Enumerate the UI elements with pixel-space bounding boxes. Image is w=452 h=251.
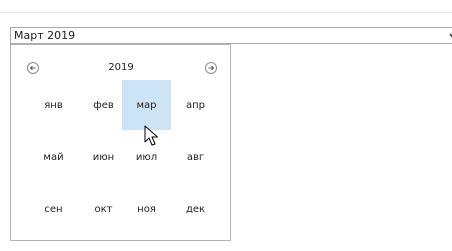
month-cell-8[interactable]: авг [171, 132, 220, 182]
month-picker-popup: 2019 янв фев мар апр май июн июл авг сен окт ноя де… [10, 44, 231, 241]
circle-arrow-left-icon[interactable] [27, 62, 39, 74]
arrow-right-glyph [208, 65, 215, 71]
month-cell-9[interactable]: сен [29, 184, 78, 234]
arrow-left-glyph [29, 65, 36, 71]
month-cell-1[interactable]: янв [29, 80, 78, 130]
chevron-down-icon[interactable] [447, 28, 452, 43]
month-cell-12[interactable]: дек [171, 184, 220, 234]
mouse-pointer-icon [144, 125, 158, 146]
month-cell-3[interactable]: мар [122, 80, 171, 130]
top-divider [0, 12, 452, 13]
year-label: 2019 [108, 62, 134, 73]
month-cell-4[interactable]: апр [171, 80, 220, 130]
circle-arrow-right-icon[interactable] [205, 62, 217, 74]
month-year-field[interactable]: Март 2019 [10, 27, 452, 44]
month-cell-11[interactable]: ноя [122, 184, 171, 234]
month-year-value: Март 2019 [14, 29, 76, 42]
month-cell-5[interactable]: май [29, 132, 78, 182]
month-picker-screen: Март 2019 2019 янв фев мар апр май июн июл авг с… [0, 0, 452, 251]
month-cell-6[interactable]: июн [79, 132, 128, 182]
month-cell-10[interactable]: окт [79, 184, 128, 234]
month-cell-2[interactable]: фев [79, 80, 128, 130]
